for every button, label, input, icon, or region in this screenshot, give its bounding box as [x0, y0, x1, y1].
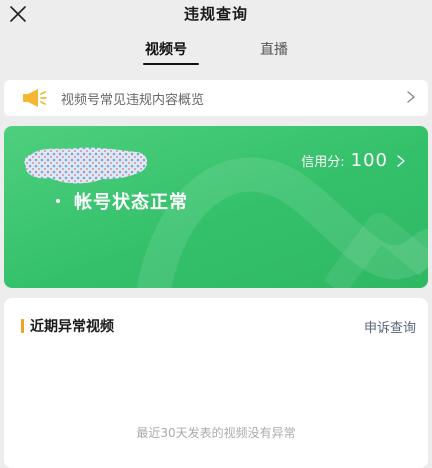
account-status-text: 帐号状态正常 [74, 192, 188, 213]
page-title: 违规查询 [183, 5, 248, 23]
header-bar: 违规查询 [0, 0, 432, 30]
empty-state-message: 最近30天发表的视频没有异常 [136, 426, 296, 440]
credit-score-link[interactable]: 信用分: 100 [301, 150, 406, 172]
section-accent-bar [21, 319, 24, 333]
recent-abnormal-videos-section: 近期异常视频 申诉查询 最近30天发表的视频没有异常 [4, 298, 428, 468]
chevron-right-icon [407, 91, 415, 103]
speaker-icon [23, 89, 47, 107]
status-bullet [56, 199, 60, 203]
banner-text: 视频号常见违规内容概览 [61, 93, 205, 108]
credit-score-label: 信用分: [301, 155, 345, 170]
tab-bar: 视频号 直播 [0, 30, 432, 70]
section-title: 近期异常视频 [30, 319, 114, 335]
appeal-query-link[interactable]: 申诉查询 [364, 317, 416, 336]
tab-channels[interactable]: 视频号 [145, 39, 187, 59]
violation-overview-banner[interactable]: 视频号常见违规内容概览 [4, 80, 428, 116]
active-tab-indicator [143, 63, 199, 65]
avatar [24, 147, 148, 184]
account-status-card: 信用分: 100 帐号状态正常 [4, 126, 428, 288]
chevron-right-icon [397, 154, 405, 167]
credit-score-value: 100 [350, 150, 388, 171]
tab-live[interactable]: 直播 [260, 39, 288, 59]
